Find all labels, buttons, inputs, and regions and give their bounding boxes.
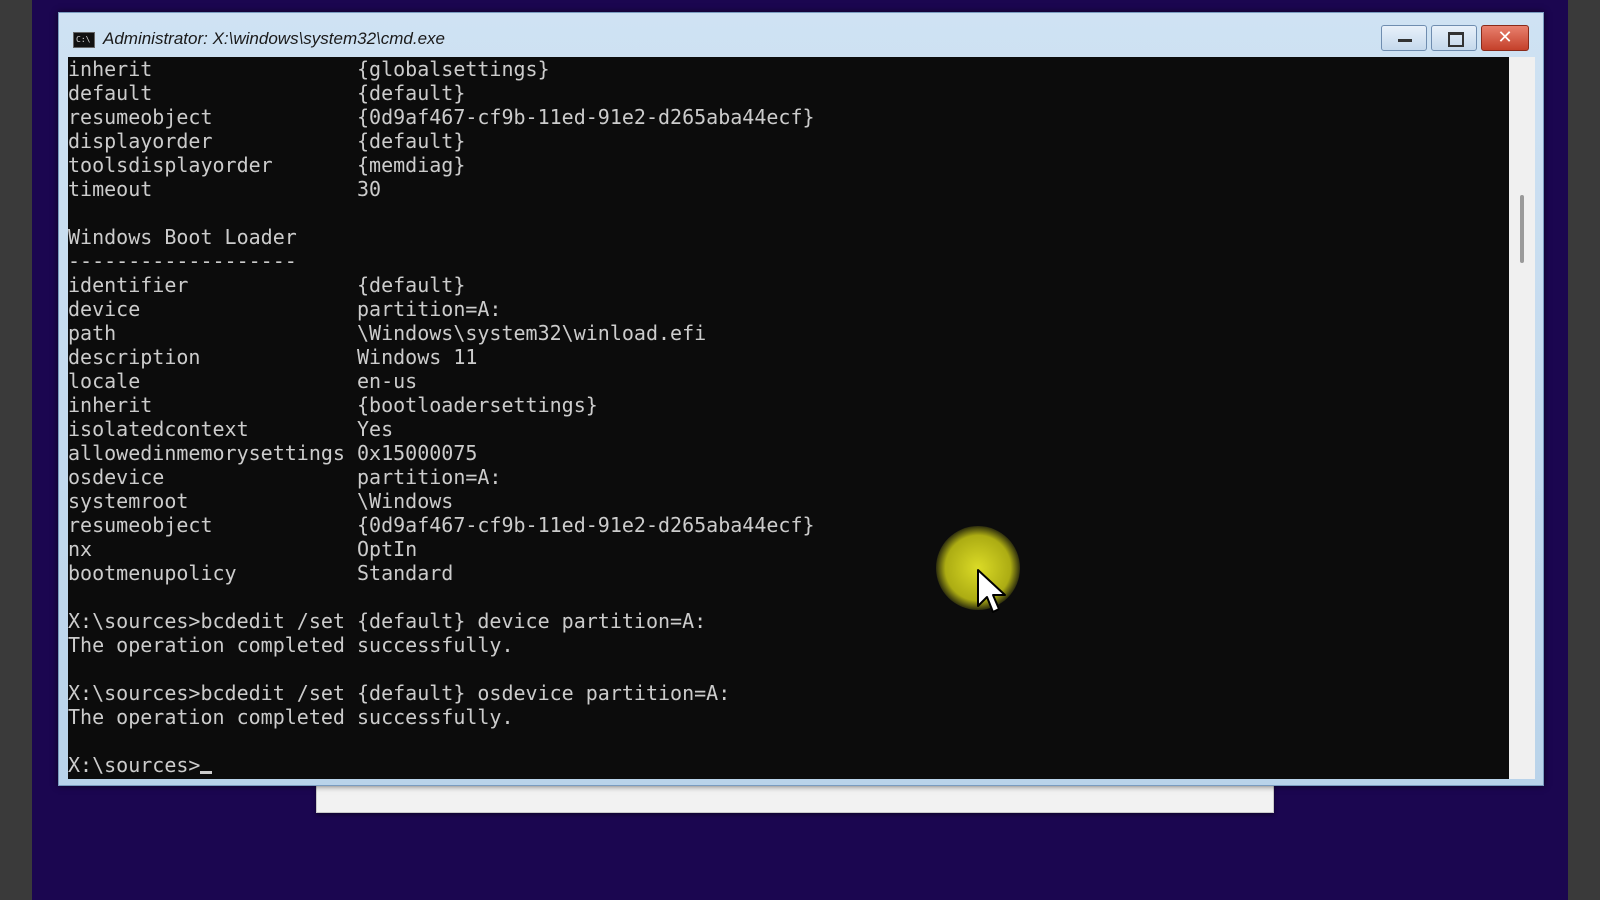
console-line: identifier {default} <box>68 273 466 297</box>
window-title: Administrator: X:\windows\system32\cmd.e… <box>103 29 446 48</box>
console-line: timeout 30 <box>68 177 382 201</box>
scrollbar-thumb[interactable] <box>1520 195 1524 263</box>
console-line: The operation completed successfully. <box>68 705 514 729</box>
mouse-pointer-icon <box>977 569 1006 613</box>
maximize-icon <box>1448 32 1464 47</box>
console-line: Windows Boot Loader <box>68 225 297 249</box>
console-line: nx OptIn <box>68 537 418 561</box>
close-icon: ✕ <box>1497 27 1513 48</box>
console-output[interactable]: inherit {globalsettings} default {default… <box>68 57 1509 779</box>
console-line: toolsdisplayorder {memdiag} <box>68 153 466 177</box>
minimize-button[interactable] <box>1381 25 1427 51</box>
vertical-scrollbar[interactable] <box>1509 57 1535 779</box>
console-line: resumeobject {0d9af467-cf9b-11ed-91e2-d2… <box>68 105 815 129</box>
command-prompt-window[interactable]: C:\ Administrator: X:\windows\system32\c… <box>58 12 1544 786</box>
console-line: displayorder {default} <box>68 129 466 153</box>
console-prompt-line[interactable]: X:\sources> <box>68 753 815 777</box>
console-line: X:\sources>bcdedit /set {default} device… <box>68 609 707 633</box>
console-line: X:\sources>bcdedit /set {default} osdevi… <box>68 681 731 705</box>
console-line: locale en-us <box>68 369 418 393</box>
console-line: ------------------- <box>68 249 297 273</box>
console-line: inherit {globalsettings} <box>68 57 550 81</box>
console-line: allowedinmemorysettings 0x15000075 <box>68 441 478 465</box>
maximize-button[interactable] <box>1431 25 1477 51</box>
title-bar[interactable]: C:\ Administrator: X:\windows\system32\c… <box>59 13 1543 57</box>
cmd-icon: C:\ <box>73 32 95 48</box>
console-line: device partition=A: <box>68 297 502 321</box>
console-text: inherit {globalsettings} default {default… <box>68 57 815 777</box>
text-cursor <box>200 771 213 774</box>
console-line: isolatedcontext Yes <box>68 417 394 441</box>
console-line: bootmenupolicy Standard <box>68 561 454 585</box>
minimize-icon <box>1398 39 1412 42</box>
console-line: description Windows 11 <box>68 345 478 369</box>
console-line: inherit {bootloadersettings} <box>68 393 598 417</box>
console-line: The operation completed successfully. <box>68 633 514 657</box>
setup-dialog-edge <box>316 784 1274 813</box>
console-line: systemroot \Windows <box>68 489 454 513</box>
console-line: path \Windows\system32\winload.efi <box>68 321 707 345</box>
console-line: default {default} <box>68 81 466 105</box>
command-prompt: X:\sources> <box>68 753 201 777</box>
close-button[interactable]: ✕ <box>1481 25 1529 51</box>
console-line: resumeobject {0d9af467-cf9b-11ed-91e2-d2… <box>68 513 815 537</box>
console-line: osdevice partition=A: <box>68 465 502 489</box>
